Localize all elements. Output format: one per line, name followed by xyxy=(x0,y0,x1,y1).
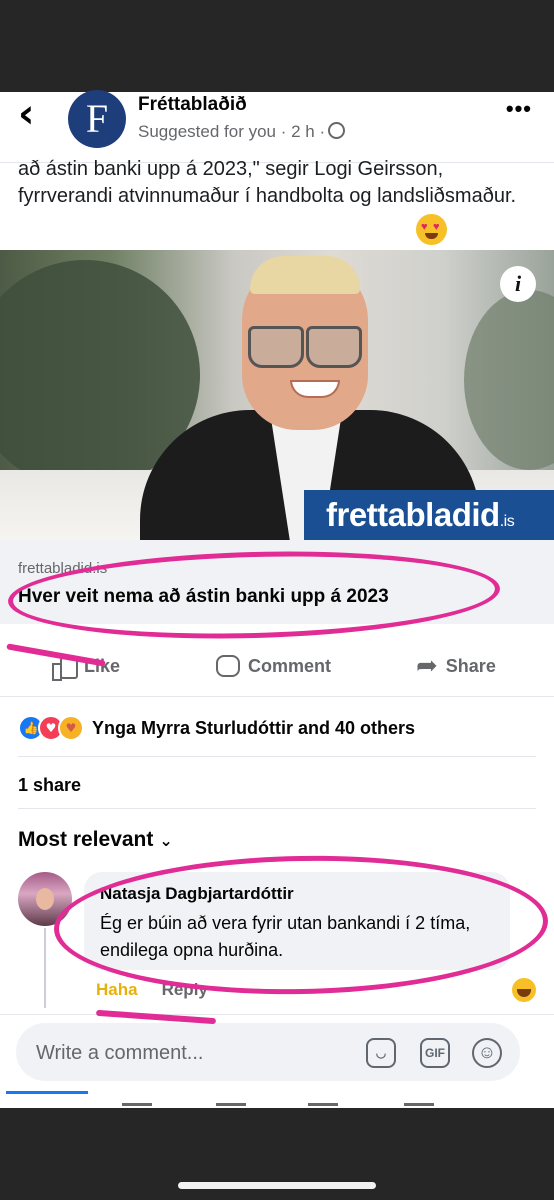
image-brand-banner: frettabladid.is xyxy=(304,490,554,540)
back-arrow-icon[interactable]: ‹ xyxy=(18,94,34,134)
post-actions-bar: Like Comment ➦ Share xyxy=(0,636,554,697)
divider xyxy=(18,808,536,809)
share-arrow-icon: ➦ xyxy=(416,651,438,681)
sticker-icon[interactable]: ◡ xyxy=(366,1038,396,1068)
laugh-reaction-icon xyxy=(512,978,536,1002)
info-icon[interactable]: i xyxy=(500,266,536,302)
avatar-face xyxy=(36,888,54,910)
background-tree xyxy=(464,290,554,470)
page-avatar[interactable]: F xyxy=(68,90,126,148)
comment-input[interactable] xyxy=(34,1023,368,1083)
emoji-mouth xyxy=(425,233,438,239)
comment-composer: ◡ GIF ☺ xyxy=(16,1023,520,1083)
bottom-tab-bar xyxy=(0,1091,554,1109)
brand-name: frettabladid xyxy=(326,496,500,533)
globe-icon xyxy=(328,122,346,139)
heart-eye-left-icon: ♥ xyxy=(421,221,428,233)
sort-label: Most relevant xyxy=(18,828,154,851)
gif-button[interactable]: GIF xyxy=(420,1038,450,1068)
sunglasses xyxy=(248,326,362,368)
comment-label: Comment xyxy=(248,655,332,676)
post-meta: Suggested for you · 2 h · xyxy=(138,122,346,142)
post-meta-text: Suggested for you · 2 h · xyxy=(138,122,326,141)
person-hair xyxy=(250,256,360,294)
home-indicator[interactable] xyxy=(178,1182,376,1189)
page-name[interactable]: Fréttablaðið xyxy=(138,94,247,116)
share-count[interactable]: 1 share xyxy=(18,775,81,796)
post-header: ‹ F Fréttablaðið Suggested for you · 2 h… xyxy=(0,90,554,163)
chevron-down-icon: ⌄ xyxy=(159,831,173,850)
comment-bubble-icon xyxy=(216,655,240,677)
haha-reaction-button[interactable]: Haha xyxy=(96,980,138,1000)
thread-line xyxy=(44,928,46,1008)
share-button[interactable]: ➦ Share xyxy=(416,644,496,688)
brand-suffix: .is xyxy=(499,513,515,530)
post-text: að ástin banki upp á 2023," segir Logi G… xyxy=(18,158,517,207)
active-tab-indicator xyxy=(6,1091,88,1094)
heart-eye-right-icon: ♥ xyxy=(433,221,440,233)
lens-right xyxy=(306,326,362,368)
heart-eyes-emoji-icon: ♥ ♥ xyxy=(416,214,447,245)
comment-button[interactable]: Comment xyxy=(216,644,331,688)
like-button[interactable]: Like xyxy=(52,644,120,688)
more-options-icon[interactable]: ••• xyxy=(506,96,532,122)
share-label: Share xyxy=(445,655,496,676)
care-reaction-icon: ♥ xyxy=(58,715,84,741)
comment-sort-dropdown[interactable]: Most relevant ⌄ xyxy=(18,828,173,852)
lens-left xyxy=(248,326,304,368)
divider xyxy=(18,756,536,757)
comment-composer-area: ◡ GIF ☺ xyxy=(0,1014,554,1109)
reactions-text: Ynga Myrra Sturludóttir and 40 others xyxy=(92,717,416,738)
reactions-summary[interactable]: 👍 ♥ ♥ Ynga Myrra Sturludóttir and 40 oth… xyxy=(18,715,416,741)
emoji-icon[interactable]: ☺ xyxy=(472,1038,502,1068)
status-bar-area xyxy=(0,0,554,92)
